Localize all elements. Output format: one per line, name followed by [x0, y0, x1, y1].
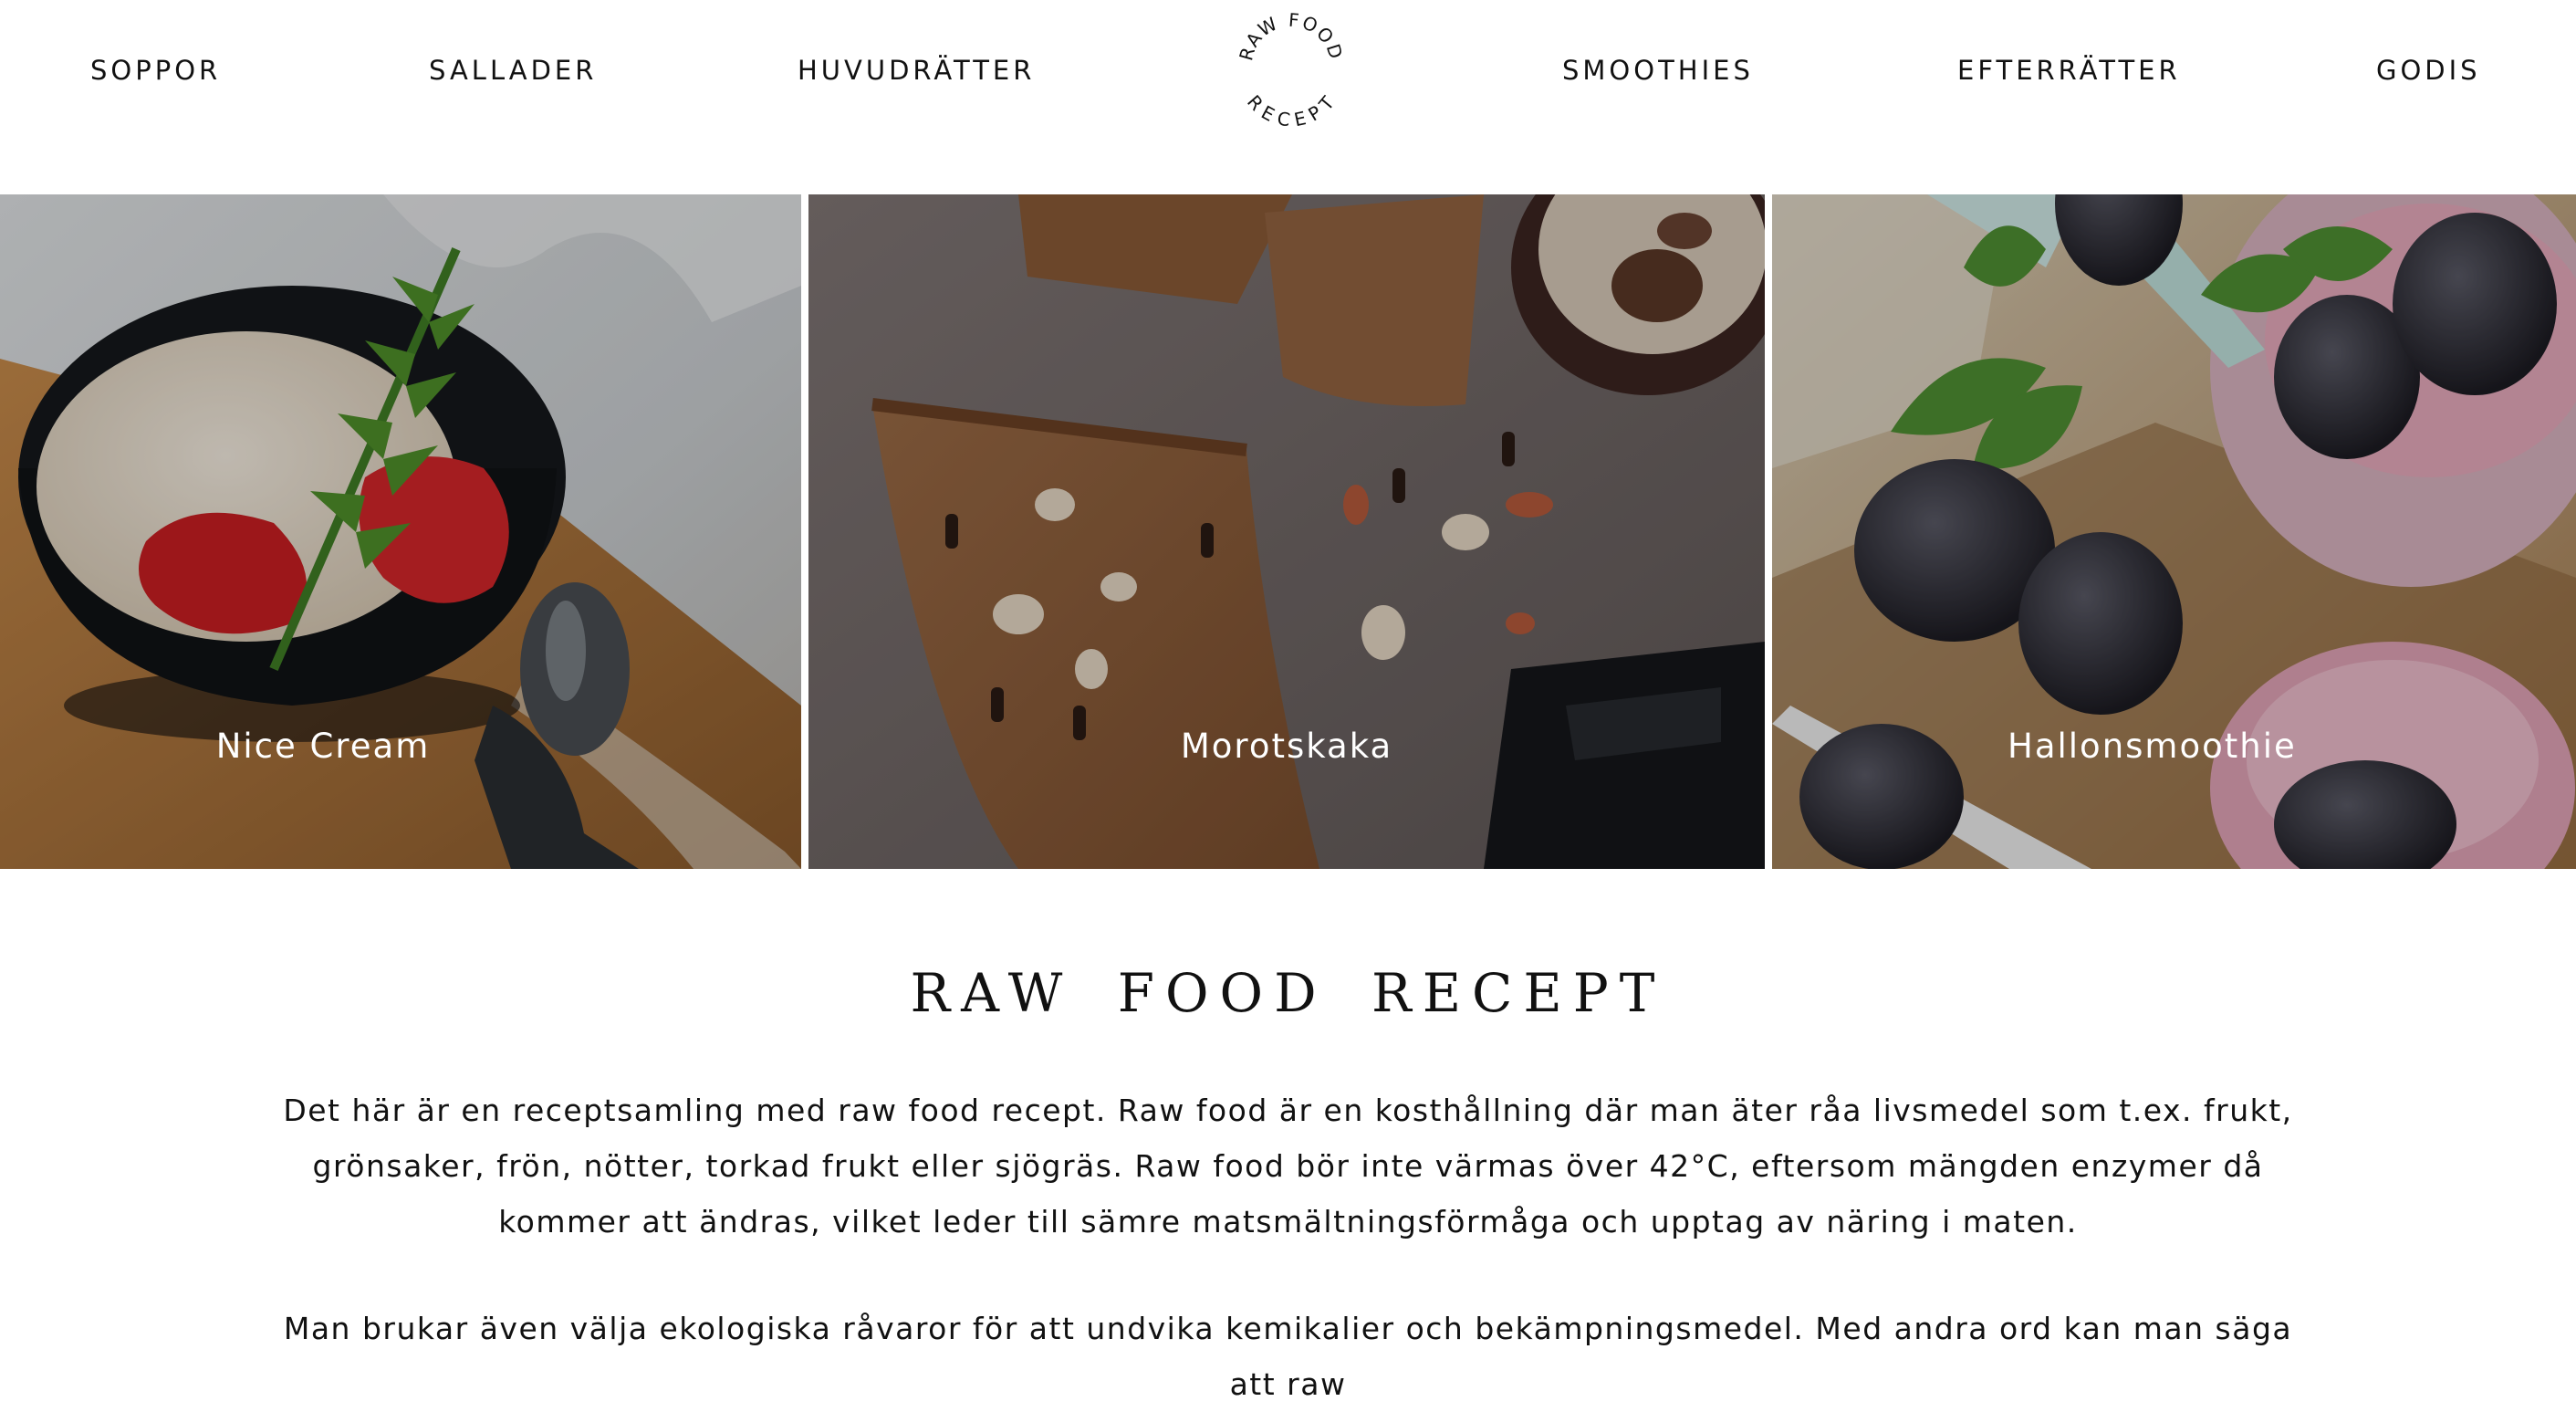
svg-text:RAW FOOD: RAW FOOD [1235, 9, 1348, 63]
intro-paragraph-2: Man brukar även välja ekologiska råvaror… [283, 1311, 2293, 1402]
nav-link-godis[interactable]: GODIS [2376, 52, 2481, 89]
featured-label-morotskaka[interactable]: Morotskaka [808, 724, 1765, 769]
featured-label-hallonsmoothie[interactable]: Hallonsmoothie [2008, 724, 2576, 769]
featured-label-nice-cream[interactable]: Nice Cream [0, 724, 646, 769]
nav-link-sallader[interactable]: SALLADER [429, 52, 597, 89]
site-logo[interactable]: RAW FOOD RECEPT [1223, 9, 1360, 128]
nav-link-soppor[interactable]: SOPPOR [90, 52, 221, 89]
nav-link-huvudratter[interactable]: HUVUDRÄTTER [798, 52, 1035, 89]
nav-link-efterratter[interactable]: EFTERRÄTTER [1957, 52, 2181, 89]
logo-top-text: RAW FOOD [1235, 9, 1346, 63]
nav-link-smoothies[interactable]: SMOOTHIES [1562, 52, 1754, 89]
main-navigation: SOPPOR SALLADER HUVUDRÄTTER RAW FOOD REC… [0, 0, 2576, 194]
svg-text:RECEPT: RECEPT [1243, 90, 1340, 128]
logo-circle-text: RAW FOOD RECEPT [1235, 9, 1348, 128]
logo-bottom-text: RECEPT [1243, 90, 1338, 128]
intro-paragraph: Det här är en receptsamling med raw food… [283, 1093, 2293, 1239]
page-title: RAW FOOD RECEPT [910, 962, 1666, 1024]
